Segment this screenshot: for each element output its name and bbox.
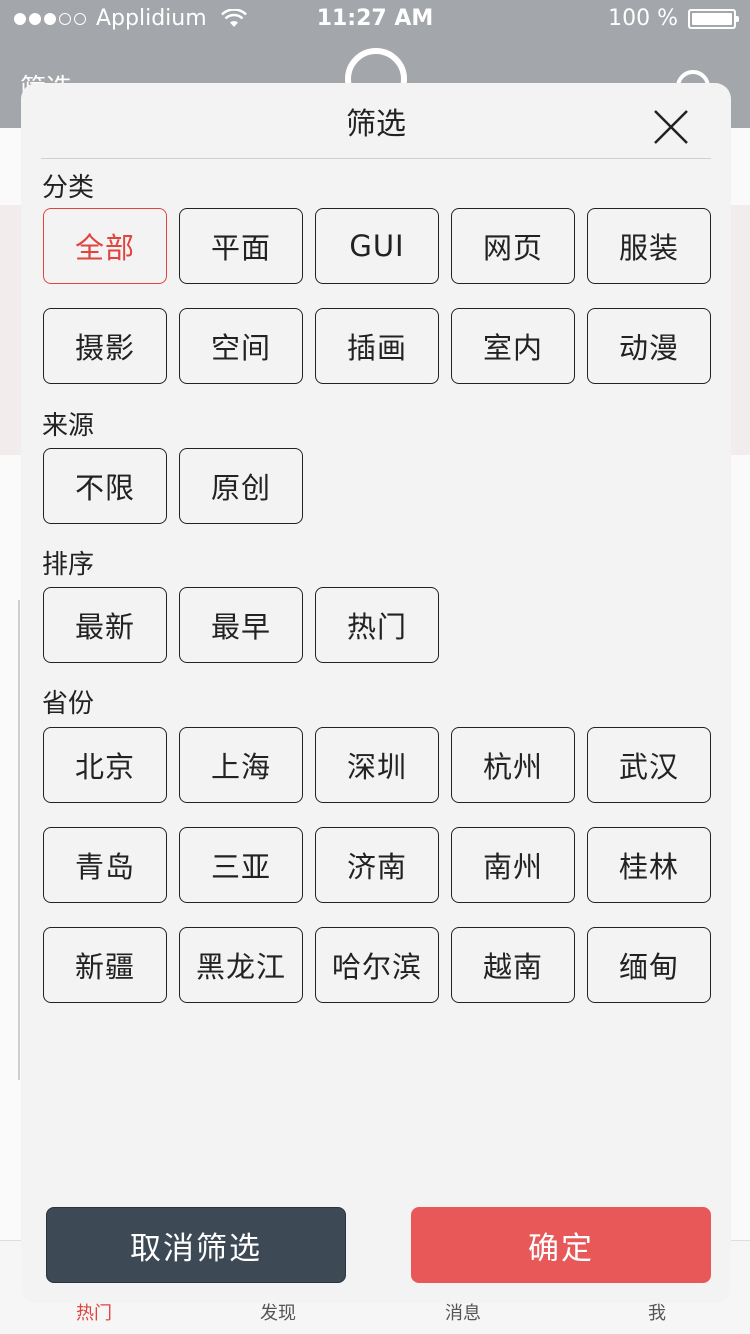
chip-province-nanzhou[interactable]: 南州 — [451, 827, 575, 903]
battery-percent: 100 % — [608, 6, 678, 31]
chip-category-all[interactable]: 全部 — [43, 208, 167, 284]
chip-province-shenzhen[interactable]: 深圳 — [315, 727, 439, 803]
section-label-category: 分类 — [42, 173, 95, 203]
chip-category-space[interactable]: 空间 — [179, 308, 303, 384]
status-right: 100 % — [608, 6, 739, 31]
chip-province-vietnam[interactable]: 越南 — [451, 927, 575, 1003]
chip-source-original[interactable]: 原创 — [179, 448, 303, 524]
chip-category-photography[interactable]: 摄影 — [43, 308, 167, 384]
chip-province-qingdao[interactable]: 青岛 — [43, 827, 167, 903]
section-label-source: 来源 — [42, 411, 95, 441]
province-row-1: 北京 上海 深圳 杭州 武汉 — [43, 727, 711, 803]
chip-province-harbin[interactable]: 哈尔滨 — [315, 927, 439, 1003]
category-row-2: 摄影 空间 插画 室内 动漫 — [43, 308, 711, 384]
chip-province-heilongjiang[interactable]: 黑龙江 — [179, 927, 303, 1003]
close-button[interactable] — [649, 105, 693, 149]
chip-sort-popular[interactable]: 热门 — [315, 587, 439, 663]
chip-province-guilin[interactable]: 桂林 — [587, 827, 711, 903]
province-row-3: 新疆 黑龙江 哈尔滨 越南 缅甸 — [43, 927, 711, 1003]
chip-province-wuhan[interactable]: 武汉 — [587, 727, 711, 803]
chip-province-shanghai[interactable]: 上海 — [179, 727, 303, 803]
chip-category-gui[interactable]: GUI — [315, 208, 439, 284]
chip-sort-newest[interactable]: 最新 — [43, 587, 167, 663]
sort-row: 最新 最早 热门 — [43, 587, 439, 663]
chip-province-myanmar[interactable]: 缅甸 — [587, 927, 711, 1003]
section-label-province: 省份 — [42, 689, 95, 719]
source-row: 不限 原创 — [43, 448, 303, 524]
section-label-sort: 排序 — [42, 550, 95, 580]
sheet-divider — [41, 158, 711, 159]
sheet-title: 筛选 — [346, 107, 406, 142]
chip-category-animation[interactable]: 动漫 — [587, 308, 711, 384]
chip-province-jinan[interactable]: 济南 — [315, 827, 439, 903]
filter-sheet: 筛选 分类 全部 平面 GUI 网页 服装 摄影 空间 插画 室内 动漫 来源 … — [21, 83, 731, 1303]
battery-icon — [688, 8, 739, 29]
chip-category-fashion[interactable]: 服装 — [587, 208, 711, 284]
status-bar: Applidium 11:27 AM 100 % — [0, 0, 750, 40]
chip-category-illustration[interactable]: 插画 — [315, 308, 439, 384]
province-row-2: 青岛 三亚 济南 南州 桂林 — [43, 827, 711, 903]
category-row-1: 全部 平面 GUI 网页 服装 — [43, 208, 711, 284]
chip-province-hangzhou[interactable]: 杭州 — [451, 727, 575, 803]
cancel-filter-button[interactable]: 取消筛选 — [46, 1207, 346, 1283]
close-icon — [654, 110, 688, 144]
chip-province-xinjiang[interactable]: 新疆 — [43, 927, 167, 1003]
chip-category-graphic[interactable]: 平面 — [179, 208, 303, 284]
chip-sort-oldest[interactable]: 最早 — [179, 587, 303, 663]
background-divider — [18, 600, 20, 1080]
chip-category-web[interactable]: 网页 — [451, 208, 575, 284]
confirm-button[interactable]: 确定 — [411, 1207, 711, 1283]
chip-province-beijing[interactable]: 北京 — [43, 727, 167, 803]
chip-category-interior[interactable]: 室内 — [451, 308, 575, 384]
chip-source-any[interactable]: 不限 — [43, 448, 167, 524]
chip-province-sanya[interactable]: 三亚 — [179, 827, 303, 903]
